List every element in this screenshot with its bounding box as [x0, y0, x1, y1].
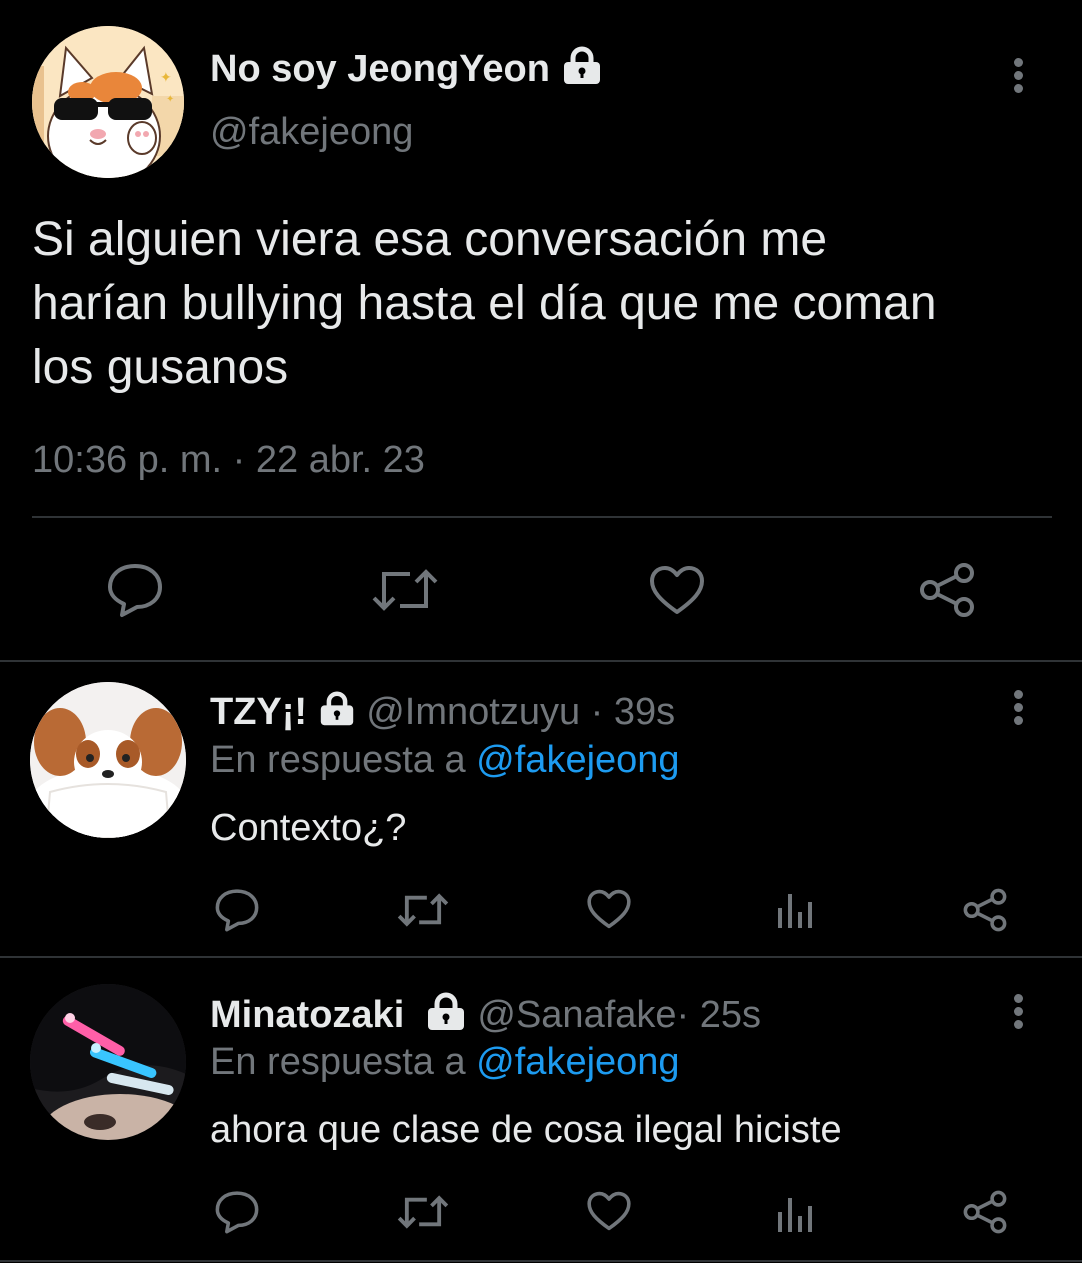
- reply-header: Minatozaki @Sanafake· 25s: [210, 992, 761, 1042]
- relative-time[interactable]: · 39s: [591, 691, 675, 733]
- divider: [0, 660, 1082, 662]
- lock-icon: [561, 46, 603, 96]
- analytics-icon[interactable]: [776, 890, 818, 930]
- divider: [0, 956, 1082, 958]
- lock-icon: [425, 992, 467, 1042]
- relative-time[interactable]: · 25s: [677, 994, 761, 1036]
- handle[interactable]: @Sanafake: [477, 994, 676, 1036]
- display-name[interactable]: No soy JeongYeon: [210, 46, 603, 96]
- lock-icon: [318, 691, 356, 737]
- more-options-icon[interactable]: [1014, 690, 1024, 729]
- mention-link[interactable]: @fakejeong: [476, 739, 679, 781]
- reply-icon[interactable]: [214, 1190, 260, 1234]
- display-name[interactable]: TZY¡!: [210, 691, 307, 733]
- display-name-text[interactable]: No soy JeongYeon: [210, 48, 550, 90]
- more-options-icon[interactable]: [1014, 58, 1024, 97]
- svg-text:✦: ✦: [160, 70, 172, 86]
- handle[interactable]: @Imnotzuyu: [366, 691, 580, 733]
- reply-text: ahora que clase de cosa ilegal hiciste: [210, 1109, 842, 1151]
- tweet-text-line: Si alguien viera esa conversación me: [32, 213, 828, 266]
- reply-icon[interactable]: [214, 888, 260, 932]
- share-icon[interactable]: [962, 1190, 1008, 1234]
- share-icon[interactable]: [962, 888, 1008, 932]
- tweet-text-line: los gusanos: [32, 341, 289, 394]
- retweet-icon[interactable]: [396, 890, 450, 930]
- in-reply-prefix: En respuesta a: [210, 739, 466, 781]
- divider: [0, 1260, 1082, 1262]
- like-icon[interactable]: [648, 564, 706, 616]
- retweet-icon[interactable]: [396, 1192, 450, 1232]
- dog-avatar-image: [30, 682, 186, 838]
- in-reply-prefix: En respuesta a: [210, 1041, 466, 1083]
- like-icon[interactable]: [586, 888, 632, 930]
- analytics-icon[interactable]: [776, 1194, 818, 1234]
- reply-text: Contexto¿?: [210, 807, 407, 849]
- mention-link[interactable]: @fakejeong: [476, 1041, 679, 1083]
- more-options-icon[interactable]: [1014, 994, 1024, 1033]
- hairclip-avatar-image: [30, 984, 186, 1140]
- timestamp[interactable]: 10:36 p. m. · 22 abr. 23: [32, 438, 425, 482]
- share-icon[interactable]: [918, 562, 976, 618]
- divider: [32, 516, 1052, 518]
- display-name[interactable]: Minatozaki: [210, 994, 404, 1036]
- svg-text:✦: ✦: [166, 94, 174, 105]
- tweet-text-line: harían bullying hasta el día que me coma…: [32, 277, 937, 330]
- tweet-text: Si alguien viera esa conversación me har…: [32, 208, 937, 400]
- avatar[interactable]: [30, 984, 186, 1140]
- reply-icon[interactable]: [106, 562, 164, 618]
- cat-avatar-image: ✦ ✦: [32, 26, 184, 178]
- retweet-icon[interactable]: [370, 564, 440, 616]
- in-reply-to: En respuesta a @fakejeong: [210, 1040, 680, 1084]
- avatar[interactable]: ✦ ✦: [32, 26, 184, 178]
- handle[interactable]: @fakejeong: [210, 110, 413, 154]
- avatar[interactable]: [30, 682, 186, 838]
- like-icon[interactable]: [586, 1190, 632, 1232]
- reply-header: TZY¡! @Imnotzuyu · 39s: [210, 690, 675, 737]
- in-reply-to: En respuesta a @fakejeong: [210, 738, 680, 782]
